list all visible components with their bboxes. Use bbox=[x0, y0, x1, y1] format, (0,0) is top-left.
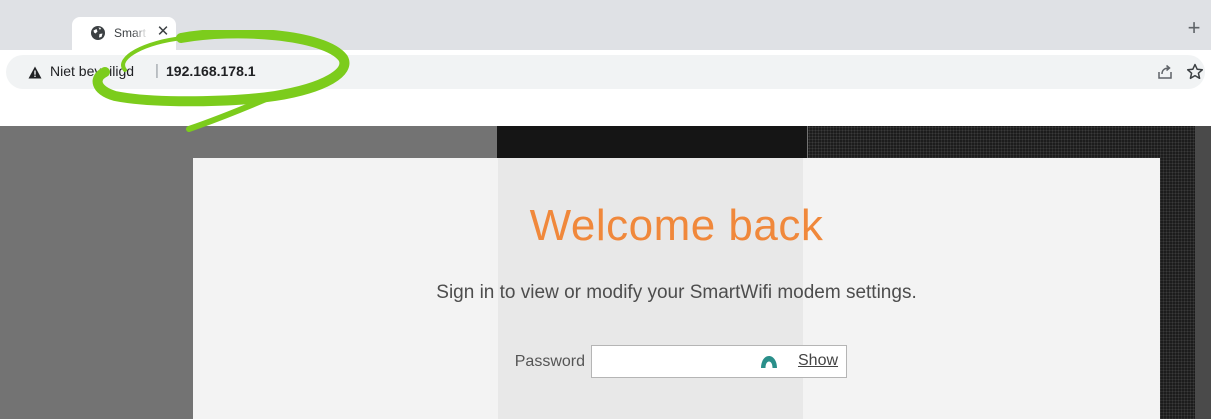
router-login-page: Welcome back Sign in to view or modify y… bbox=[0, 126, 1211, 419]
globe-icon bbox=[90, 25, 106, 41]
background-edge bbox=[1195, 126, 1211, 419]
url-text[interactable]: 192.168.178.1 bbox=[166, 63, 256, 79]
address-separator: | bbox=[155, 62, 159, 79]
password-manager-icon[interactable] bbox=[760, 355, 778, 369]
password-input[interactable] bbox=[594, 348, 758, 377]
warning-triangle-icon[interactable] bbox=[28, 66, 42, 79]
login-card: Welcome back Sign in to view or modify y… bbox=[193, 158, 1160, 419]
new-tab-button[interactable]: + bbox=[1183, 17, 1205, 39]
password-field-container: Show bbox=[591, 345, 847, 378]
page-title: Welcome back bbox=[529, 201, 824, 250]
address-bar[interactable]: Niet beveiligd | 192.168.178.1 bbox=[6, 55, 1205, 89]
browser-toolbar: Niet beveiligd | 192.168.178.1 bbox=[0, 50, 1211, 126]
bookmark-star-icon[interactable] bbox=[1185, 62, 1205, 82]
browser-tab[interactable]: Smart ✕ bbox=[72, 17, 176, 50]
browser-window: Smart ✕ + Niet beveiligd | 192.168.178.1 bbox=[0, 0, 1211, 419]
security-status-label[interactable]: Niet beveiligd bbox=[50, 63, 134, 79]
share-icon[interactable] bbox=[1155, 62, 1175, 82]
tab-title: Smart bbox=[114, 26, 147, 40]
tab-strip: Smart ✕ + bbox=[0, 0, 1211, 50]
page-subtitle: Sign in to view or modify your SmartWifi… bbox=[436, 282, 917, 303]
password-label: Password bbox=[514, 353, 585, 370]
tab-close-button[interactable]: ✕ bbox=[155, 23, 171, 41]
show-password-link[interactable]: Show bbox=[798, 352, 838, 370]
